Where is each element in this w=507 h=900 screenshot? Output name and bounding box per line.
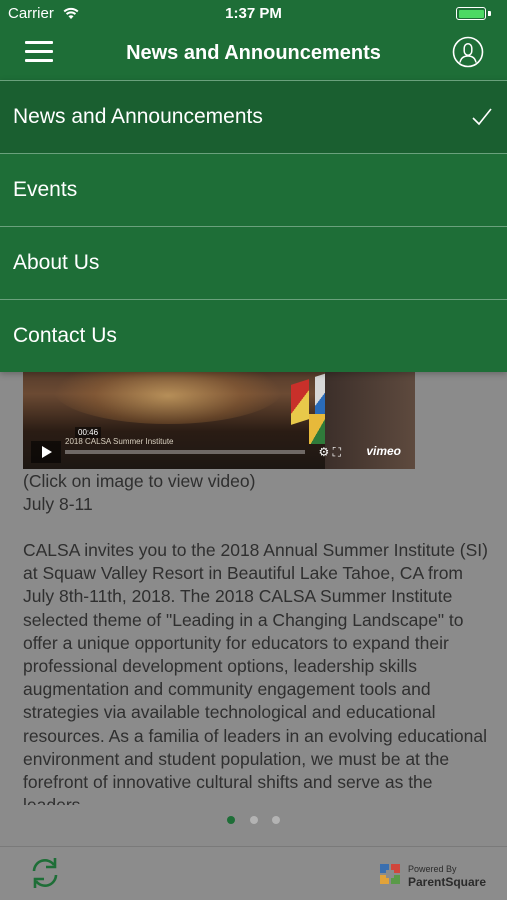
flag-decoration <box>291 379 309 425</box>
video-caption: 2018 CALSA Summer Institute <box>65 437 174 446</box>
footer-bar: Powered By ParentSquare <box>0 846 507 900</box>
powered-by-label: Powered By <box>408 864 457 874</box>
page-dot[interactable] <box>249 816 258 824</box>
app-header: Carrier 1:37 PM News and Announcements <box>0 0 507 80</box>
drawer-item-label: Contact Us <box>13 324 117 347</box>
page-indicator <box>0 811 507 829</box>
drawer-item-label: News and Announcements <box>13 105 263 128</box>
drawer-item-label: Events <box>13 178 78 201</box>
drawer-item-news[interactable]: News and Announcements <box>0 80 507 153</box>
drawer-item-about[interactable]: About Us <box>0 226 507 299</box>
drawer-item-events[interactable]: Events <box>0 153 507 226</box>
navigation-drawer: News and Announcements Events About Us C… <box>0 80 507 372</box>
status-bar: Carrier 1:37 PM <box>0 0 507 28</box>
page-dot[interactable] <box>227 816 236 824</box>
play-icon[interactable] <box>31 441 61 463</box>
post-date: July 8-11 <box>23 494 93 514</box>
hamburger-bar <box>25 59 53 62</box>
status-time: 1:37 PM <box>225 5 282 22</box>
page-dot[interactable] <box>271 816 280 824</box>
parentsquare-logo-icon <box>380 864 400 884</box>
brand-name: ParentSquare <box>408 875 487 889</box>
video-controls: 2018 CALSA Summer Institute 00:46 ⚙ ⛶ vi… <box>31 427 407 463</box>
drawer-item-contact[interactable]: Contact Us <box>0 299 507 372</box>
page-title: News and Announcements <box>126 42 381 64</box>
settings-icon[interactable]: ⚙ ⛶ <box>319 445 342 460</box>
video-progress-bar[interactable] <box>65 450 305 454</box>
hamburger-menu-button[interactable] <box>22 38 56 66</box>
vimeo-logo: vimeo <box>366 444 401 458</box>
drawer-item-label: About Us <box>13 251 100 274</box>
hamburger-bar <box>25 50 53 53</box>
battery-icon <box>456 7 486 20</box>
battery-level <box>458 9 484 18</box>
video-time: 00:46 <box>75 427 102 438</box>
hamburger-bar <box>25 41 53 44</box>
battery-tip <box>488 11 491 16</box>
post-body: CALSA invites you to the 2018 Annual Sum… <box>23 540 488 805</box>
click-note: (Click on image to view video) <box>23 471 256 491</box>
user-profile-icon[interactable] <box>452 36 484 68</box>
checkmark-icon <box>472 108 492 126</box>
refresh-icon[interactable] <box>28 855 62 891</box>
